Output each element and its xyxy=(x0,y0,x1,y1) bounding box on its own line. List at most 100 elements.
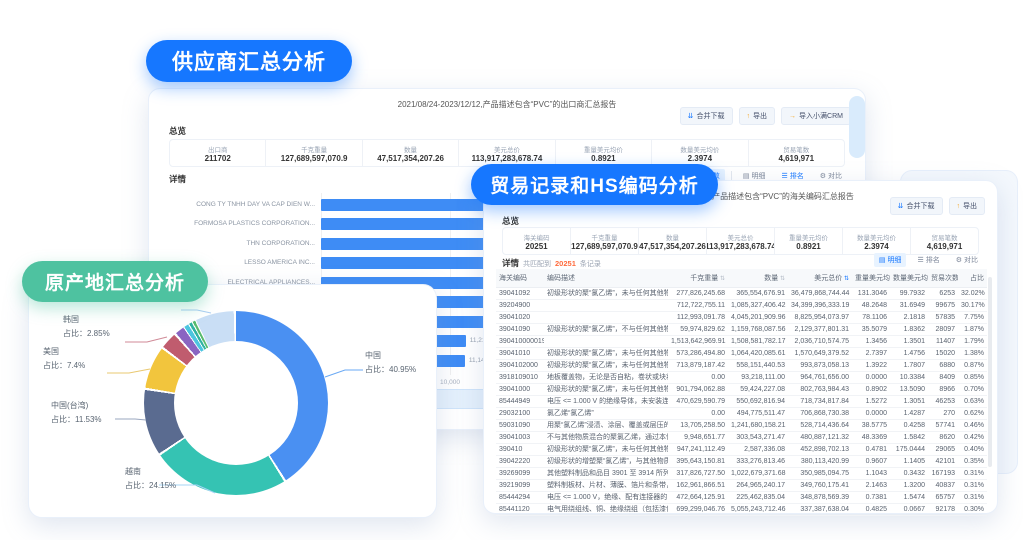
value-cell: 1.3051 xyxy=(890,395,928,408)
value-cell: 333,276,813.46 xyxy=(728,455,788,468)
column-header-9[interactable]: 占比 xyxy=(958,269,987,288)
supplier-analysis-pill: 供应商汇总分析 xyxy=(146,40,352,82)
table-row[interactable]: 39041003不与其他物质混合的聚氯乙烯，通过本体法悬浮聚合工艺获得的聚氯乙.… xyxy=(496,431,987,444)
x-axis-tick: 10,000 xyxy=(440,379,460,386)
value-cell: 38.5775 xyxy=(852,419,890,432)
column-label: 编码描述 xyxy=(547,274,575,282)
table-row[interactable]: 85441120电气用绕组线、铜、绝缘绕组（包括漆包或瓷绝缘化）电缆、电线（包.… xyxy=(496,503,987,516)
value-cell: 8,825,954,073.97 xyxy=(788,311,852,324)
stat-label: 数量美元均价 xyxy=(857,234,896,242)
sort-icon[interactable]: ⇅ xyxy=(718,276,725,282)
value-cell: 0.63% xyxy=(958,395,987,408)
table-row[interactable]: 39042220初级形状的增塑聚“氯乙烯”，与其他物质混合：糊状395,643,… xyxy=(496,455,987,468)
summary-stat: 重量美元均价 0.8921 xyxy=(556,140,653,166)
table-row[interactable]: 39204900 712,722,755.11 1,085,327,406.42 34… xyxy=(496,299,987,312)
trade-hs-analysis-pill: 贸易记录和HS编码分析 xyxy=(471,164,718,205)
merge-download-button[interactable]: ⇊ 合并下载 xyxy=(889,197,943,215)
value-cell: 167193 xyxy=(928,467,958,480)
import-crm-button[interactable]: → 导入小满CRM xyxy=(781,107,851,125)
table-row[interactable]: 39041010初级形状的聚“氯乙烯”，未与任何其他物质混合：乳液法 PVC 树… xyxy=(496,347,987,360)
stat-value: 0.8921 xyxy=(796,241,821,251)
column-header-1[interactable]: 海关编码 xyxy=(496,269,544,288)
match-suffix: 条记录 xyxy=(579,261,601,268)
value-cell: 558,151,440.53 xyxy=(728,359,788,372)
hs-code-cell: 3918109010 xyxy=(496,371,544,384)
value-cell: 1.3200 xyxy=(890,479,928,492)
column-header-4[interactable]: 数量 ⇅ xyxy=(728,269,788,288)
bar-category-label: CONG TY TNHH DAY VA CAP DIEN W... xyxy=(196,200,315,208)
table-row[interactable]: 85444294电压 <= 1.000 V，绝缘、配有连接器的电导体，其他：电压… xyxy=(496,491,987,504)
table-row[interactable]: 390410初级形状的聚“氯乙烯”，未与任何其他物质混合 + 未提供详细信息 +… xyxy=(496,443,987,456)
value-cell: 0.35% xyxy=(958,455,987,468)
export-button[interactable]: ↑ 导出 xyxy=(948,197,985,215)
column-header-8[interactable]: 贸易次数 ⇅ xyxy=(928,269,958,288)
hs-code-cell: 39041020 xyxy=(496,311,544,324)
stat-label: 数量 xyxy=(666,234,679,242)
value-cell: 6880 xyxy=(928,359,958,372)
stat-value: 113,917,283,678.74 xyxy=(707,241,775,251)
sort-icon[interactable]: ⇅ xyxy=(842,276,849,282)
value-cell: 112,993,091.78 xyxy=(668,311,728,324)
value-cell: 2,587,336.08 xyxy=(728,443,788,456)
summary-stat: 数量 47,517,354,207.26 xyxy=(363,140,460,166)
column-header-2[interactable]: 编码描述 xyxy=(544,269,668,288)
stat-label: 重量美元均价 xyxy=(583,146,623,154)
description-cell: 电气用绕组线、铜、绝缘绕组（包括漆包或瓷绝缘化）电缆、电线（包.. xyxy=(544,503,668,516)
sort-icon[interactable]: ⇅ xyxy=(778,276,785,282)
column-header-6[interactable]: 重量美元均价 xyxy=(852,269,890,288)
table-row[interactable]: 3904102000初级形状的聚“氯乙烯”，未与任何其他物质混合：悬浮法 PVC… xyxy=(496,359,987,372)
stat-label: 美元总价 xyxy=(493,146,520,154)
toggle-对比[interactable]: ⚙ 对比 xyxy=(951,253,983,267)
value-cell: 2.1818 xyxy=(890,311,928,324)
value-cell: 59,974,829.62 xyxy=(668,323,728,336)
stat-label: 海关编码 xyxy=(523,234,550,242)
column-header-5[interactable]: 美元总价 ⇅ xyxy=(788,269,852,288)
table-row[interactable]: 85444949电压 <= 1.000 V 的绝缘导体，未安装连接器，其他导体（… xyxy=(496,395,987,408)
value-cell: 0.00 xyxy=(668,371,728,384)
table-scrollbar[interactable] xyxy=(988,277,992,467)
pct-value: 24.15% xyxy=(149,481,177,490)
hs-code-cell: 39041003 xyxy=(496,431,544,444)
value-cell: 34,399,396,333.19 xyxy=(788,299,852,312)
table-row[interactable]: 39041090初级形状的聚“氯乙烯”，不与任何其他物质混合；其他等（氯乙烯）.… xyxy=(496,323,987,336)
floating-toolbar[interactable] xyxy=(849,96,865,158)
toggle-排名[interactable]: ☰ 排名 xyxy=(912,253,944,267)
stat-value: 113,917,283,678.74 xyxy=(471,153,543,163)
table-row[interactable]: 39041020 112,993,091.78 4,045,201,909.96 8,… xyxy=(496,311,987,324)
table-row[interactable]: 39041000初级形状的聚“氯乙烯”，未与任何其他物质混合 + 未提供详细信息… xyxy=(496,383,987,396)
value-cell: 1,022,679,371.68 xyxy=(728,467,788,480)
value-cell: 365,554,676.91 xyxy=(728,287,788,300)
pct-prefix: 占比： xyxy=(365,365,389,374)
stat-value: 20251 xyxy=(525,241,548,251)
pie-label-china: 中国 占比：40.95% xyxy=(365,349,416,377)
table-row[interactable]: 39219099塑料制板材、片材、薄膜、箔片和条带，经过层化、蜂窝、支撑或与其他… xyxy=(496,479,987,492)
summary-stat: 海关编码 20251 xyxy=(503,228,571,254)
table-row[interactable]: 39041092初级形状的聚“氯乙烯”，未与任何其他物质混合；其他：粉末277,… xyxy=(496,287,987,300)
value-cell: 1.87% xyxy=(958,323,987,336)
value-cell: 13,705,258.50 xyxy=(668,419,728,432)
column-header-7[interactable]: 数量美元均价 xyxy=(890,269,928,288)
value-cell: 0.31% xyxy=(958,479,987,492)
toggle-明细[interactable]: ▤ 明细 xyxy=(873,253,907,267)
value-cell: 78.1106 xyxy=(852,311,890,324)
pie-label-name: 美国 xyxy=(43,347,59,356)
stat-label: 重量美元均价 xyxy=(789,234,828,242)
hs-report-card: 2021/08/24-2023/12/12,产品描述包含“PVC”的海关编码汇总… xyxy=(483,180,998,516)
supplier-summary-stats: 出口商 211702 千克重量 127,689,597,070.9 数量 47,517,3… xyxy=(169,139,845,167)
value-cell: 0.4781 xyxy=(852,443,890,456)
merge-download-button[interactable]: ⇊ 合并下载 xyxy=(679,107,733,125)
column-header-3[interactable]: 千克重量 ⇅ xyxy=(668,269,728,288)
table-row[interactable]: 29032100 氯乙烯“氯乙烯” 0.00 494,775,511.47 706,86… xyxy=(496,407,987,420)
value-cell: 380,113,420.99 xyxy=(788,455,852,468)
value-cell: 99.7932 xyxy=(890,287,928,300)
table-row[interactable]: 59031090用聚“氯乙烯”浸渍、涂层、覆盖或层压的纺织织物（不包括用聚“氯乙… xyxy=(496,419,987,432)
table-row[interactable]: 3918109010地板覆盖物，无论是否自粘，卷状或块状形式，以及墙壁或天花板覆… xyxy=(496,371,987,384)
summary-stat: 千克重量 127,689,597,070.9 xyxy=(266,140,363,166)
stat-label: 数量 xyxy=(404,146,418,154)
table-row[interactable]: 390410000019 1,513,642,969.91 1,508,581,78… xyxy=(496,335,987,348)
export-button[interactable]: ↑ 导出 xyxy=(738,107,776,125)
value-cell: 1.5842 xyxy=(890,431,928,444)
table-row[interactable]: 39269099其他塑料制品和品目 3901 至 3914 所列的其他材料制品（… xyxy=(496,467,987,480)
value-cell: 1.4756 xyxy=(890,347,928,360)
对比-view-icon: ⚙ xyxy=(819,173,826,180)
